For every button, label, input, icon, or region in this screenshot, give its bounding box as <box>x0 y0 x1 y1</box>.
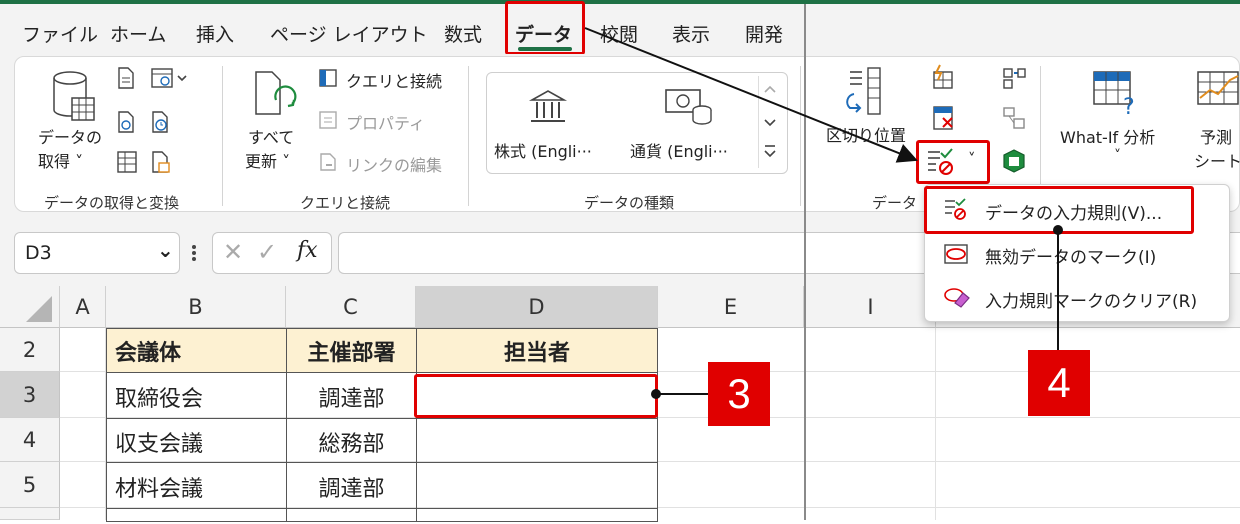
step-3-callout: 3 <box>708 362 770 426</box>
step-4-callout: 4 <box>1028 350 1090 416</box>
annotation-arrows <box>584 27 1063 399</box>
